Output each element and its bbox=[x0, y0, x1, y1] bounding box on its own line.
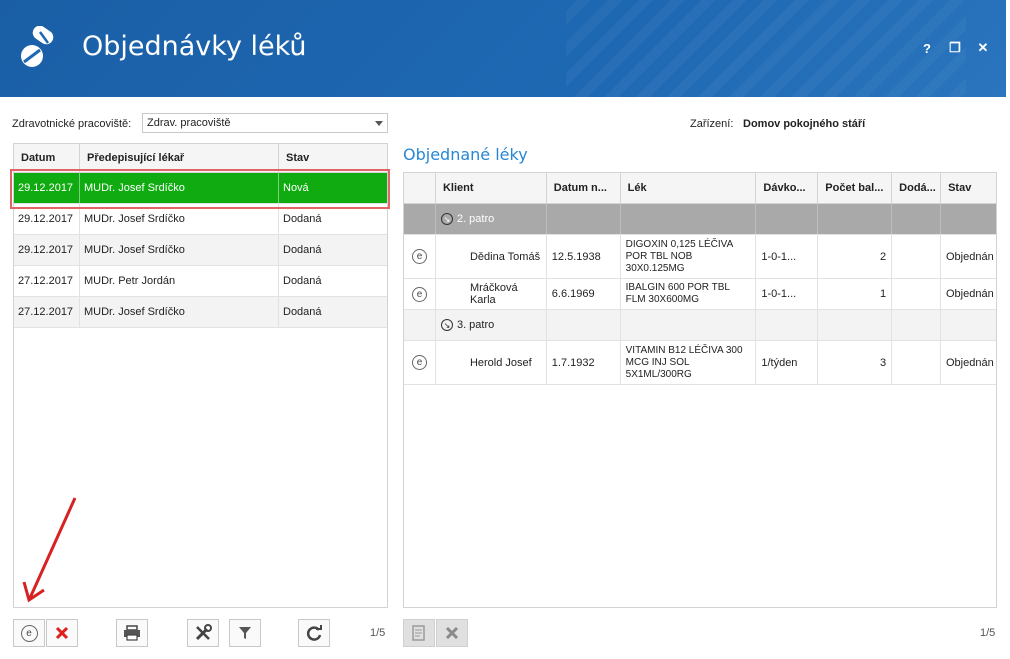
table-row[interactable]: e Mráčková Karla 6.6.1969 IBALGIN 600 PO… bbox=[404, 279, 996, 310]
dose: 1/týden bbox=[756, 341, 819, 384]
dose: 1-0-1... bbox=[756, 279, 819, 309]
table-row[interactable]: 27.12.2017 MUDr. Petr Jordán Dodaná bbox=[14, 266, 387, 297]
column-header-birth[interactable]: Datum n... bbox=[547, 173, 621, 203]
drug-name: IBALGIN 600 POR TBL FLM 30X600MG bbox=[621, 279, 757, 309]
table-row[interactable]: 29.12.2017 MUDr. Josef Srdíčko Dodaná bbox=[14, 235, 387, 266]
group-row[interactable]: ↘ 3. patro bbox=[404, 310, 996, 341]
drug-name: DIGOXIN 0,125 LÉČIVA POR TBL NOB 30X0.12… bbox=[621, 235, 757, 278]
order-date: 29.12.2017 bbox=[14, 235, 80, 265]
selection-highlight-frame bbox=[10, 169, 390, 209]
order-doctor: MUDr. Petr Jordán bbox=[80, 266, 279, 296]
group-row[interactable]: ↘ 2. patro bbox=[404, 204, 996, 235]
delete-order-button[interactable] bbox=[46, 619, 78, 647]
column-header-client[interactable]: Klient bbox=[436, 173, 547, 203]
orders-pager: 1/5 bbox=[370, 627, 386, 639]
new-order-button[interactable]: e bbox=[13, 619, 45, 647]
e-circle-icon[interactable]: e bbox=[411, 355, 427, 370]
collapse-icon[interactable]: ↘ bbox=[440, 319, 453, 331]
filter-button[interactable] bbox=[229, 619, 261, 647]
column-header-status[interactable]: Stav bbox=[279, 144, 387, 172]
column-header-icon bbox=[404, 173, 436, 203]
table-row[interactable]: 27.12.2017 MUDr. Josef Srdíčko Dodaná bbox=[14, 297, 387, 328]
pills-icon bbox=[21, 26, 54, 67]
header-decoration bbox=[566, 0, 966, 97]
workplace-select-value: Zdrav. pracoviště bbox=[147, 117, 231, 129]
edit-drug-button[interactable] bbox=[403, 619, 435, 647]
client-name: Dědina Tomáš bbox=[436, 235, 547, 278]
refresh-button[interactable] bbox=[298, 619, 330, 647]
app-title: Objednávky léků bbox=[82, 31, 307, 62]
drug-name: VITAMIN B12 LÉČIVA 300 MCG INJ SOL 5X1ML… bbox=[621, 341, 757, 384]
order-date: 27.12.2017 bbox=[14, 297, 80, 327]
print-button[interactable] bbox=[116, 619, 148, 647]
group-label: 2. patro bbox=[456, 213, 495, 225]
close-icon bbox=[445, 626, 459, 640]
dose: 1-0-1... bbox=[756, 235, 819, 278]
annotation-arrow-icon bbox=[22, 497, 77, 603]
workplace-label: Zdravotnické pracoviště: bbox=[12, 118, 132, 130]
birth-date: 6.6.1969 bbox=[547, 279, 621, 309]
column-header-drug[interactable]: Lék bbox=[621, 173, 757, 203]
ordered-drugs-title: Objednané léky bbox=[403, 145, 528, 164]
workplace-select[interactable]: Zdrav. pracoviště bbox=[142, 113, 388, 133]
delivered bbox=[892, 235, 941, 278]
chevron-down-icon bbox=[375, 120, 383, 126]
settings-button[interactable] bbox=[187, 619, 219, 647]
order-doctor: MUDr. Josef Srdíčko bbox=[80, 235, 279, 265]
group-label: 3. patro bbox=[456, 319, 495, 331]
e-circle-icon[interactable]: e bbox=[411, 249, 427, 264]
drug-status: Objednán bbox=[945, 356, 994, 369]
column-header-count[interactable]: Počet bal... bbox=[818, 173, 893, 203]
drug-status: Objednán bbox=[945, 250, 994, 263]
close-window-button[interactable]: ✕ bbox=[976, 40, 990, 55]
cancel-drug-button[interactable] bbox=[436, 619, 468, 647]
help-button[interactable]: ? bbox=[920, 41, 934, 56]
window-controls: ? ❐ ✕ bbox=[920, 40, 990, 56]
column-header-date[interactable]: Datum bbox=[14, 144, 80, 172]
column-header-doctor[interactable]: Předepisující lékař bbox=[80, 144, 279, 172]
group-cell: ↘ 3. patro bbox=[436, 310, 547, 340]
column-header-delivered[interactable]: Dodá... bbox=[892, 173, 942, 203]
client-name: Herold Josef bbox=[436, 341, 547, 384]
ordered-pager: 1/5 bbox=[980, 627, 996, 639]
column-header-status[interactable]: Stav bbox=[941, 173, 996, 203]
collapse-icon[interactable]: ↘ bbox=[440, 213, 453, 225]
maximize-button[interactable]: ❐ bbox=[948, 40, 962, 55]
ordered-table-header: Klient Datum n... Lék Dávko... Počet bal… bbox=[404, 173, 996, 204]
order-status: Dodaná bbox=[283, 306, 322, 318]
package-count: 3 bbox=[818, 341, 893, 384]
order-date: 27.12.2017 bbox=[14, 266, 80, 296]
facility-label: Zařízení: bbox=[690, 118, 734, 130]
package-count: 1 bbox=[818, 279, 893, 309]
delivered bbox=[892, 279, 941, 309]
delivered bbox=[892, 341, 941, 384]
table-row[interactable]: e Herold Josef 1.7.1932 VITAMIN B12 LÉČI… bbox=[404, 341, 996, 385]
drug-status: Objednán bbox=[945, 288, 994, 300]
client-name: Mráčková Karla bbox=[436, 279, 547, 309]
group-cell: ↘ 2. patro bbox=[436, 204, 547, 234]
refresh-icon bbox=[306, 625, 322, 641]
e-circle-icon: e bbox=[20, 624, 38, 642]
column-header-dose[interactable]: Dávko... bbox=[756, 173, 819, 203]
table-row[interactable]: e Dědina Tomáš 12.5.1938 DIGOXIN 0,125 L… bbox=[404, 235, 996, 279]
ordered-drugs-table: Klient Datum n... Lék Dávko... Počet bal… bbox=[403, 172, 997, 608]
facility-value: Domov pokojného stáří bbox=[743, 118, 866, 130]
package-count: 2 bbox=[818, 235, 893, 278]
order-status: Dodaná bbox=[283, 275, 322, 287]
printer-icon bbox=[124, 625, 140, 641]
e-circle-icon[interactable]: e bbox=[411, 286, 427, 302]
app-header: Objednávky léků ? ❐ ✕ bbox=[0, 0, 1006, 97]
document-edit-icon bbox=[412, 625, 425, 641]
birth-date: 12.5.1938 bbox=[547, 235, 621, 278]
birth-date: 1.7.1932 bbox=[547, 341, 621, 384]
filter-icon bbox=[239, 627, 251, 639]
order-doctor: MUDr. Josef Srdíčko bbox=[80, 297, 279, 327]
close-icon bbox=[55, 626, 69, 640]
order-status: Dodaná bbox=[283, 244, 322, 256]
tools-icon bbox=[195, 624, 212, 641]
